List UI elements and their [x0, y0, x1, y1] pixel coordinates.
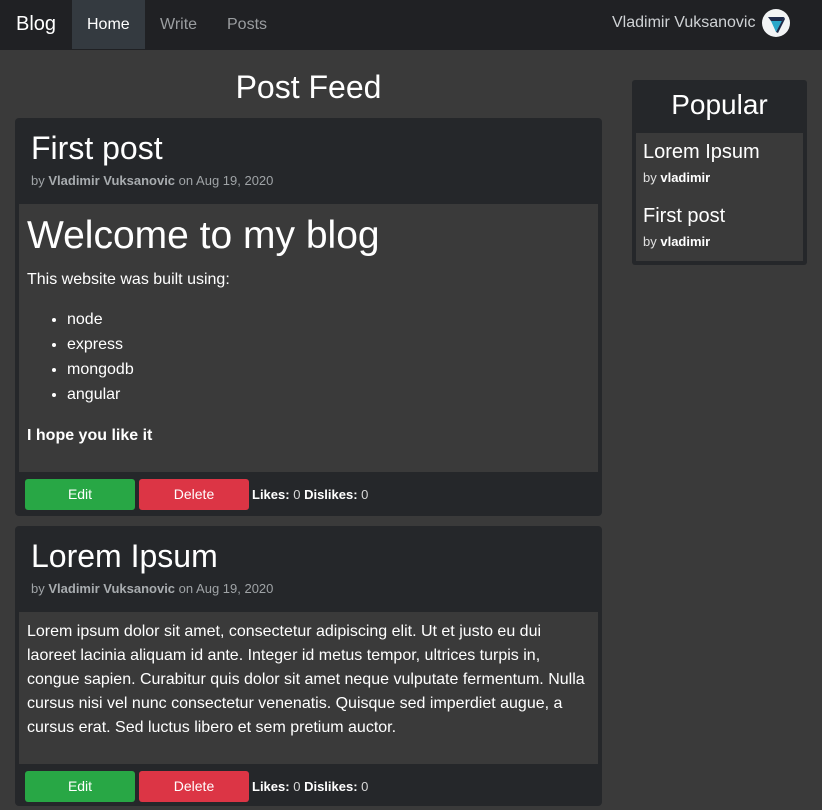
popular-list: Lorem Ipsum by vladimir First post by vl…	[636, 133, 803, 261]
likes-count: 0	[293, 779, 301, 794]
vote-counts: Likes: 0 Dislikes: 0	[252, 487, 368, 502]
post-intro: This website was built using:	[27, 271, 230, 288]
post-closing: I hope you like it	[27, 427, 153, 444]
nav-write[interactable]: Write	[145, 0, 212, 49]
sidebar-title: Popular	[671, 89, 768, 120]
dislikes-label: Dislikes:	[304, 487, 358, 502]
dislikes-count: 0	[361, 779, 369, 794]
user-name[interactable]: Vladimir Vuksanovic	[612, 14, 755, 32]
list-item: angular	[67, 382, 134, 407]
post-meta: by Vladimir Vuksanovic on Aug 19, 2020	[31, 173, 273, 188]
popular-item-by: by vladimir	[643, 234, 725, 249]
likes-label: Likes:	[252, 487, 290, 502]
by-prefix: by	[643, 234, 657, 249]
post-card: First post by Vladimir Vuksanovic on Aug…	[15, 118, 602, 516]
popular-item[interactable]: Lorem Ipsum by vladimir	[643, 141, 760, 185]
delete-button[interactable]: Delete	[139, 479, 249, 510]
avatar[interactable]	[762, 9, 790, 37]
popular-item-author: vladimir	[660, 170, 711, 185]
nav-home[interactable]: Home	[72, 0, 145, 49]
logo-avatar-icon	[768, 17, 785, 33]
post-meta: by Vladimir Vuksanovic on Aug 19, 2020	[31, 581, 273, 596]
list-item: mongodb	[67, 357, 134, 382]
post-date: Aug 19, 2020	[196, 173, 274, 188]
brand-link[interactable]: Blog	[16, 13, 56, 36]
delete-button[interactable]: Delete	[139, 771, 249, 802]
post-author: Vladimir Vuksanovic	[48, 173, 176, 188]
post-body: Lorem ipsum dolor sit amet, consectetur …	[27, 623, 585, 736]
vote-counts: Likes: 0 Dislikes: 0	[252, 779, 368, 794]
likes-count: 0	[293, 487, 301, 502]
popular-item-by: by vladimir	[643, 170, 760, 185]
post-author: Vladimir Vuksanovic	[48, 581, 176, 596]
by-prefix: by	[31, 581, 45, 596]
likes-label: Likes:	[252, 779, 290, 794]
post-date: Aug 19, 2020	[196, 581, 274, 596]
on-word: on	[178, 173, 194, 188]
edit-button[interactable]: Edit	[25, 771, 135, 802]
popular-item-author: vladimir	[660, 234, 711, 249]
edit-button[interactable]: Edit	[25, 479, 135, 510]
post-actions: Edit Delete Likes: 0 Dislikes: 0	[15, 771, 602, 802]
by-prefix: by	[643, 170, 657, 185]
list-item: express	[67, 332, 134, 357]
by-prefix: by	[31, 173, 45, 188]
popular-item-title[interactable]: Lorem Ipsum	[643, 141, 760, 164]
post-content: Welcome to my blog This website was buil…	[19, 204, 598, 472]
post-card: Lorem Ipsum by Vladimir Vuksanovic on Au…	[15, 526, 602, 806]
dislikes-label: Dislikes:	[304, 779, 358, 794]
on-word: on	[178, 581, 194, 596]
dislikes-count: 0	[361, 487, 369, 502]
post-content: Lorem ipsum dolor sit amet, consectetur …	[19, 612, 598, 764]
list-item: node	[67, 307, 134, 332]
post-title[interactable]: Lorem Ipsum	[31, 538, 218, 575]
post-heading: Welcome to my blog	[27, 214, 380, 257]
post-title[interactable]: First post	[31, 130, 163, 167]
nav-posts[interactable]: Posts	[212, 0, 282, 49]
post-actions: Edit Delete Likes: 0 Dislikes: 0	[15, 479, 602, 510]
popular-item-title[interactable]: First post	[643, 205, 725, 228]
popular-item[interactable]: First post by vladimir	[643, 205, 725, 249]
top-navbar: Blog Home Write Posts Vladimir Vuksanovi…	[0, 0, 822, 50]
feed-title: Post Feed	[235, 69, 382, 105]
popular-sidebar: Popular Lorem Ipsum by vladimir First po…	[632, 80, 807, 265]
tech-list: node express mongodb angular	[27, 307, 134, 407]
